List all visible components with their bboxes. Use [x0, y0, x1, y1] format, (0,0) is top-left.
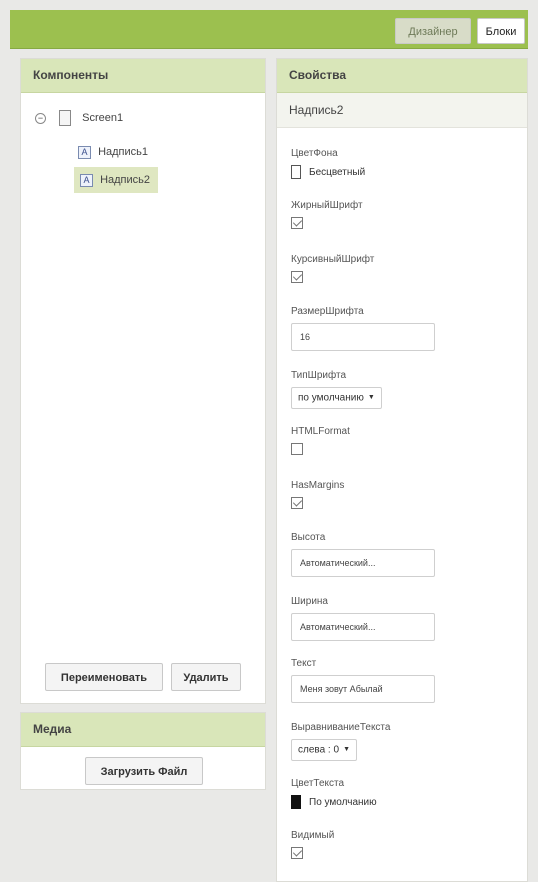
- prop-font-bold: ЖирныйШрифт: [291, 199, 363, 229]
- blocks-button[interactable]: Блоки: [477, 18, 525, 44]
- tree-item-label: Надпись2: [100, 174, 150, 186]
- font-size-input[interactable]: 16: [291, 323, 435, 351]
- text-color-picker[interactable]: По умолчанию: [291, 795, 377, 811]
- tree-item-label1[interactable]: A Надпись1: [78, 141, 148, 163]
- prop-background-color: ЦветФона Бесцветный: [291, 147, 365, 181]
- prop-label: ТипШрифта: [291, 370, 347, 381]
- prop-text-alignment: ВыравниваниеТекста слева : 0 ▼: [291, 721, 390, 761]
- html-format-checkbox[interactable]: [291, 443, 303, 455]
- prop-font-italic: КурсивныйШрифт: [291, 253, 374, 283]
- font-bold-checkbox[interactable]: [291, 217, 303, 229]
- tree-item-label2[interactable]: A Надпись2: [74, 167, 158, 193]
- media-header: Медиа: [21, 713, 265, 747]
- properties-header: Свойства: [277, 59, 527, 93]
- color-value: Бесцветный: [309, 167, 366, 178]
- color-swatch-icon: [291, 165, 301, 180]
- prop-label: РазмерШрифта: [291, 306, 364, 317]
- selected-component-name: Надпись2: [277, 93, 527, 128]
- prop-label: Ширина: [291, 596, 328, 607]
- prop-label: ЖирныйШрифт: [291, 200, 363, 211]
- width-input[interactable]: Автоматический...: [291, 613, 435, 641]
- designer-button[interactable]: Дизайнер: [395, 18, 471, 44]
- prop-label: КурсивныйШрифт: [291, 254, 375, 265]
- upload-file-button[interactable]: Загрузить Файл: [85, 757, 203, 785]
- height-input[interactable]: Автоматический...: [291, 549, 435, 577]
- prop-label: ЦветФона: [291, 148, 338, 159]
- prop-height: Высота Автоматический...: [291, 531, 435, 577]
- font-typeface-dropdown[interactable]: по умолчанию ▼: [291, 387, 382, 409]
- prop-width: Ширина Автоматический...: [291, 595, 435, 641]
- tree-item-label: Screen1: [82, 112, 124, 124]
- caret-down-icon: ▼: [343, 746, 350, 753]
- label-icon: A: [78, 145, 91, 159]
- prop-label: Текст: [291, 658, 317, 669]
- tree-item-screen1[interactable]: − Screen1: [35, 107, 123, 129]
- dropdown-value: слева : 0: [298, 744, 340, 756]
- caret-down-icon: ▼: [367, 394, 375, 401]
- rename-button[interactable]: Переименовать: [45, 663, 163, 691]
- dropdown-value: по умолчанию: [298, 392, 364, 404]
- color-value: По умолчанию: [309, 797, 377, 808]
- font-italic-checkbox[interactable]: [291, 271, 303, 283]
- label-icon: A: [80, 173, 93, 187]
- delete-button[interactable]: Удалить: [171, 663, 241, 691]
- top-toolbar: Дизайнер Блоки: [10, 10, 528, 49]
- prop-text: Текст Меня зовут Абылай: [291, 657, 435, 703]
- properties-panel: Свойства Надпись2 ЦветФона Бесцветный Жи…: [276, 58, 528, 882]
- text-input[interactable]: Меня зовут Абылай: [291, 675, 435, 703]
- prop-font-typeface: ТипШрифта по умолчанию ▼: [291, 369, 382, 409]
- components-panel: Компоненты − Screen1 A Надпись1 A Надпис…: [20, 58, 266, 704]
- prop-visible: Видимый: [291, 829, 334, 859]
- collapse-icon[interactable]: −: [35, 112, 46, 124]
- screen-icon: [59, 110, 72, 127]
- prop-html-format: HTMLFormat: [291, 425, 350, 455]
- tree-item-label: Надпись1: [98, 146, 148, 158]
- prop-label: ЦветТекста: [291, 778, 345, 789]
- prop-text-color: ЦветТекста По умолчанию: [291, 777, 377, 811]
- media-panel: Медиа Загрузить Файл: [20, 712, 266, 790]
- prop-label: HTMLFormat: [291, 426, 350, 437]
- components-header: Компоненты: [21, 59, 265, 93]
- visible-checkbox[interactable]: [291, 847, 303, 859]
- text-alignment-dropdown[interactable]: слева : 0 ▼: [291, 739, 357, 761]
- background-color-picker[interactable]: Бесцветный: [291, 165, 365, 181]
- color-swatch-icon: [291, 795, 301, 810]
- prop-font-size: РазмерШрифта 16: [291, 305, 435, 351]
- prop-label: ВыравниваниеТекста: [291, 722, 391, 733]
- has-margins-checkbox[interactable]: [291, 497, 303, 509]
- prop-has-margins: HasMargins: [291, 479, 344, 509]
- prop-label: HasMargins: [291, 480, 345, 491]
- prop-label: Видимый: [291, 830, 335, 841]
- prop-label: Высота: [291, 532, 326, 543]
